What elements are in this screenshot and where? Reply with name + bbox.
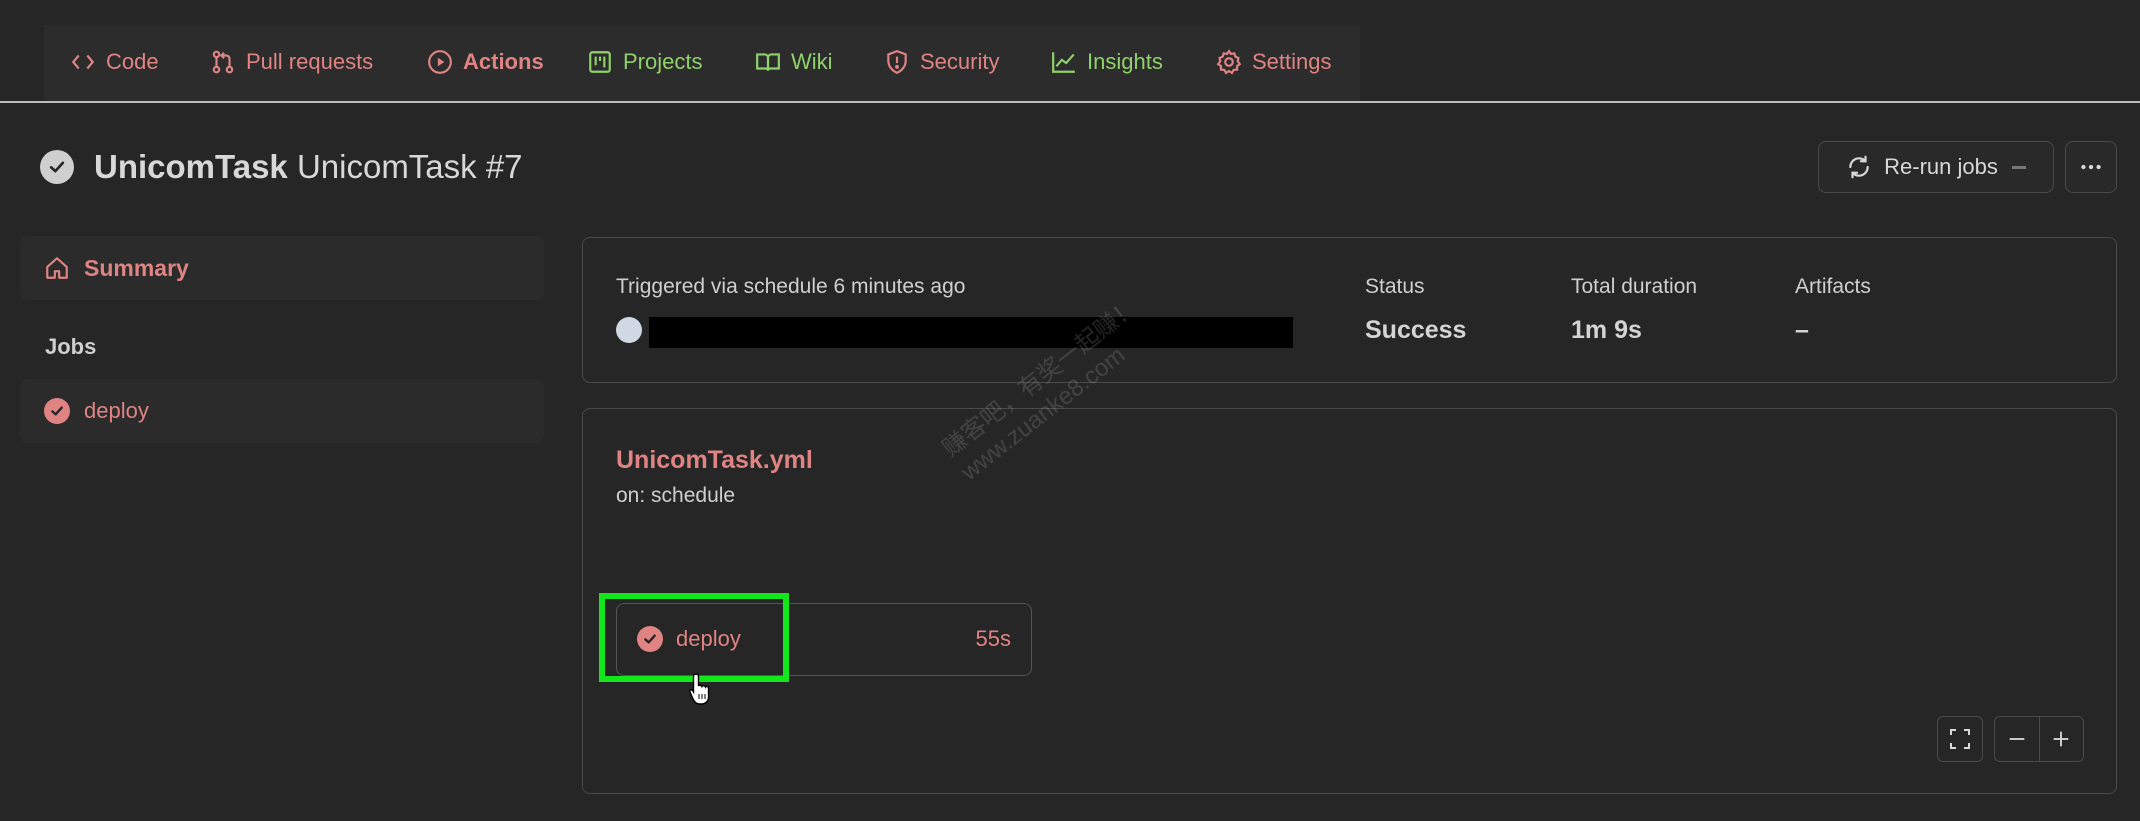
zoom-out-button[interactable] bbox=[1995, 717, 2039, 761]
kebab-horizontal-icon bbox=[2078, 154, 2104, 180]
tab-actions[interactable]: Actions bbox=[427, 44, 544, 80]
redacted-commit-info bbox=[649, 317, 1293, 348]
duration-label: Total duration bbox=[1571, 275, 1698, 298]
more-options-button[interactable] bbox=[2065, 141, 2117, 193]
graph-icon bbox=[1051, 49, 1077, 75]
dropdown-indicator-icon bbox=[2011, 165, 2026, 169]
tab-code-label: Code bbox=[106, 49, 159, 74]
workflow-file-link[interactable]: UnicomTask.yml bbox=[616, 446, 813, 475]
git-pull-request-icon bbox=[210, 49, 236, 75]
run-header: UnicomTask UnicomTask #7 bbox=[40, 148, 523, 186]
sidebar-item-deploy[interactable]: deploy bbox=[20, 379, 544, 443]
hand-pointer-cursor-icon bbox=[688, 672, 714, 706]
sidebar-summary-label: Summary bbox=[84, 254, 189, 281]
tab-code[interactable]: Code bbox=[70, 44, 159, 80]
tab-insights-label: Insights bbox=[1087, 49, 1163, 74]
fullscreen-button[interactable] bbox=[1937, 716, 1983, 762]
workflow-name: UnicomTask bbox=[94, 148, 288, 185]
avatar[interactable] bbox=[616, 317, 642, 343]
tab-pull-requests-label: Pull requests bbox=[246, 49, 374, 74]
artifacts-value: – bbox=[1795, 316, 1809, 344]
run-summary-panel bbox=[582, 237, 2117, 383]
plus-icon bbox=[2050, 728, 2072, 750]
gear-icon bbox=[1216, 49, 1242, 75]
tab-security-label: Security bbox=[920, 49, 1000, 74]
jobs-heading: Jobs bbox=[45, 334, 97, 359]
tab-insights[interactable]: Insights bbox=[1051, 44, 1163, 80]
zoom-controls bbox=[1994, 716, 2084, 762]
status-value: Success bbox=[1365, 316, 1467, 344]
sidebar-job-label: deploy bbox=[84, 398, 149, 423]
tab-wiki-label: Wiki bbox=[791, 49, 833, 74]
screen-full-icon bbox=[1948, 727, 1972, 751]
tab-pull-requests[interactable]: Pull requests bbox=[210, 44, 373, 80]
tab-projects[interactable]: Projects bbox=[587, 44, 702, 80]
success-check-icon bbox=[44, 398, 70, 424]
shield-icon bbox=[884, 49, 910, 75]
tab-settings[interactable]: Settings bbox=[1216, 44, 1332, 80]
tab-projects-label: Projects bbox=[623, 49, 703, 74]
nav-divider bbox=[0, 101, 2140, 103]
job-node-duration: 55s bbox=[975, 626, 1011, 651]
book-icon bbox=[755, 49, 781, 75]
trigger-text: Triggered via schedule 6 minutes ago bbox=[616, 275, 966, 298]
success-check-icon bbox=[40, 150, 74, 184]
code-icon bbox=[70, 49, 96, 75]
tab-settings-label: Settings bbox=[1252, 49, 1332, 74]
annotation-highlight-box bbox=[599, 593, 789, 682]
workflow-trigger: on: schedule bbox=[616, 484, 736, 507]
tab-wiki[interactable]: Wiki bbox=[755, 44, 833, 80]
project-board-icon bbox=[587, 49, 613, 75]
tab-actions-label: Actions bbox=[463, 49, 544, 74]
tab-security[interactable]: Security bbox=[884, 44, 999, 80]
sidebar-item-summary[interactable]: Summary bbox=[20, 236, 544, 300]
rerun-jobs-label: Re-run jobs bbox=[1884, 154, 1998, 179]
sync-icon bbox=[1846, 154, 1872, 180]
status-label: Status bbox=[1365, 275, 1425, 298]
run-title: UnicomTask #7 bbox=[296, 148, 523, 185]
home-icon bbox=[44, 255, 70, 281]
minus-icon bbox=[2006, 728, 2028, 750]
rerun-jobs-button[interactable]: Re-run jobs bbox=[1818, 141, 2054, 193]
zoom-in-button[interactable] bbox=[2039, 717, 2083, 761]
page-title: UnicomTask UnicomTask #7 bbox=[94, 148, 523, 186]
duration-value: 1m 9s bbox=[1571, 316, 1642, 344]
play-circle-icon bbox=[427, 49, 453, 75]
artifacts-label: Artifacts bbox=[1795, 275, 1871, 298]
